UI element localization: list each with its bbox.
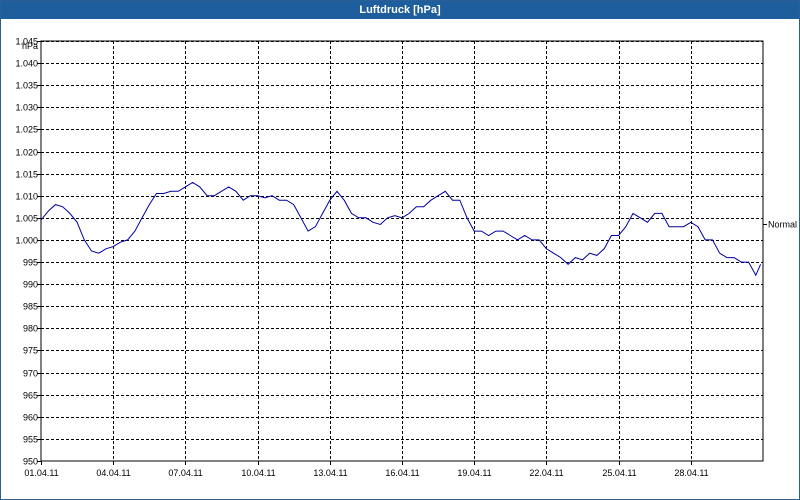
- y-tick-label: 1.025: [15, 125, 38, 135]
- y-tick-label: 965: [23, 391, 38, 401]
- y-tick-label: 990: [23, 280, 38, 290]
- x-axis-ticks: 01.04.11 04.04.11 07.04.11 10.04.11 13.04.11…: [24, 461, 709, 478]
- x-tick-label: 19.04.11: [457, 468, 491, 478]
- chart-window: Luftdruck [hPa] 950 955 960 965 970 975 980 985…: [0, 0, 800, 500]
- y-tick-label: 960: [23, 413, 38, 423]
- y-tick-label: 950: [23, 457, 38, 467]
- y-tick-label: 1.000: [15, 236, 38, 246]
- y-tick-label: 1.015: [15, 170, 38, 180]
- y-tick-label: 995: [23, 258, 38, 268]
- grid: [40, 40, 764, 462]
- y-tick-label: 1.005: [15, 214, 38, 224]
- x-tick-label: 22.04.11: [529, 468, 563, 478]
- normal-label: Normal: [768, 219, 797, 229]
- x-tick-label: 16.04.11: [385, 468, 419, 478]
- y-tick-label: 1.040: [15, 59, 38, 69]
- x-tick-label: 04.04.11: [96, 468, 130, 478]
- window-title: Luftdruck [hPa]: [1, 1, 799, 19]
- x-tick-label: 07.04.11: [168, 468, 202, 478]
- annotations: Normal: [763, 219, 797, 229]
- y-tick-label: 955: [23, 435, 38, 445]
- x-tick-label: 01.04.11: [24, 468, 58, 478]
- x-tick-label: 10.04.11: [241, 468, 275, 478]
- y-tick-label: 1.020: [15, 148, 38, 158]
- y-tick-label: 985: [23, 302, 38, 312]
- y-tick-label: 1.010: [15, 192, 38, 202]
- y-tick-label: 980: [23, 324, 38, 334]
- y-tick-label: 1.035: [15, 81, 38, 91]
- x-tick-label: 13.04.11: [313, 468, 347, 478]
- pressure-chart: 950 955 960 965 970 975 980 985 990 995 1.000 1.005…: [15, 37, 797, 479]
- x-tick-label: 28.04.11: [674, 468, 708, 478]
- y-tick-label: 970: [23, 369, 38, 379]
- y-tick-label: 975: [23, 346, 38, 356]
- x-tick-label: 25.04.11: [602, 468, 636, 478]
- y-axis-unit-label: hPa: [22, 41, 38, 51]
- y-axis-ticks: 950 955 960 965 970 975 980 985 990 995 1.000 1.005…: [15, 37, 41, 467]
- y-tick-label: 1.030: [15, 103, 38, 113]
